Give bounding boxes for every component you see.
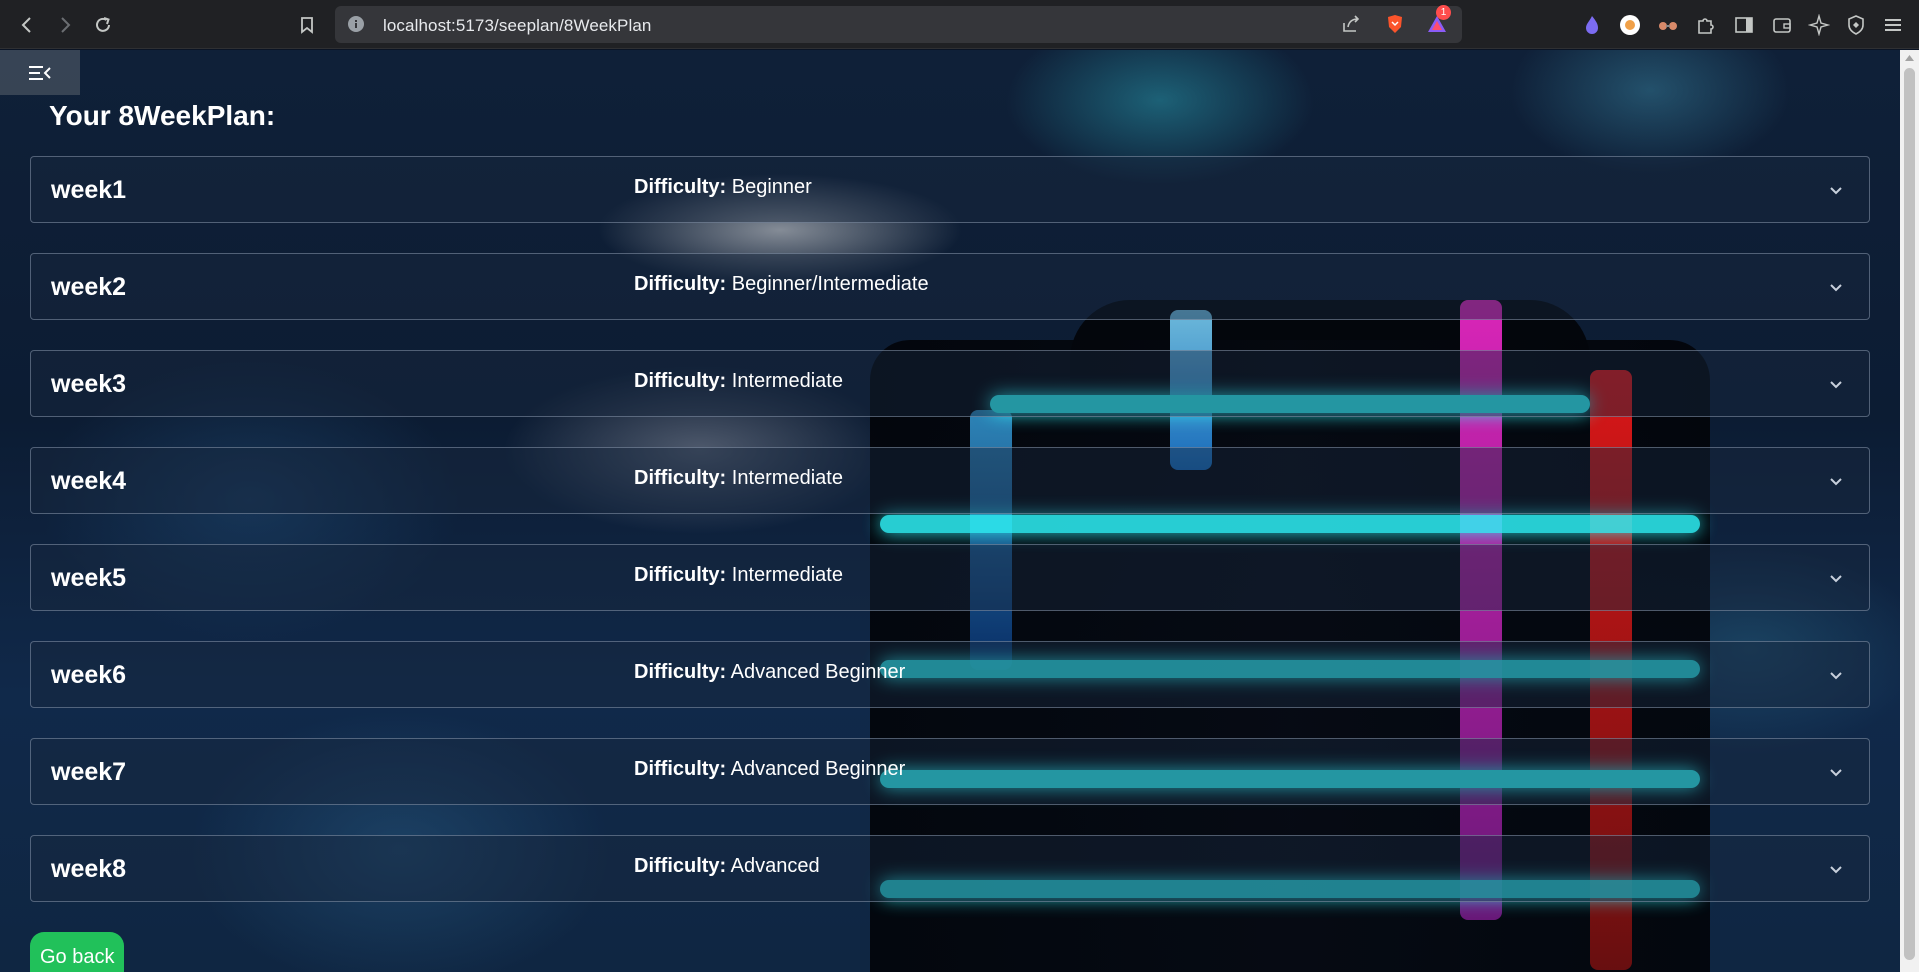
- week-difficulty: Difficulty: Advanced Beginner: [634, 661, 905, 684]
- scroll-up-icon[interactable]: [1904, 53, 1915, 63]
- share-icon: [1343, 15, 1360, 32]
- arrow-right-icon: [61, 17, 71, 33]
- sidebar-icon: [1735, 17, 1753, 33]
- scrollbar[interactable]: [1900, 50, 1919, 972]
- week-title: week3: [51, 370, 127, 398]
- difficulty-label: Difficulty:: [634, 370, 727, 392]
- difficulty-value: Advanced: [730, 855, 820, 877]
- brave-lion-icon: [1388, 15, 1402, 33]
- extension-badge[interactable]: [1617, 12, 1643, 38]
- chevron-down-icon[interactable]: [1827, 860, 1845, 878]
- difficulty-value: Intermediate: [731, 467, 843, 489]
- difficulty-label: Difficulty:: [634, 758, 727, 780]
- week-item-3[interactable]: week3 Difficulty: Intermediate: [30, 350, 1870, 417]
- shield-icon: [1848, 15, 1864, 35]
- difficulty-value: Beginner: [731, 176, 812, 198]
- difficulty-label: Difficulty:: [634, 467, 727, 489]
- reload-button[interactable]: [88, 10, 118, 40]
- browser-toolbar: localhost:5173/seeplan/8WeekPlan 1: [0, 0, 1919, 49]
- brave-shields-button[interactable]: [1382, 11, 1408, 37]
- difficulty-value: Advanced Beginner: [730, 758, 906, 780]
- site-info-icon[interactable]: [347, 15, 365, 33]
- glasses-icon: [1659, 22, 1677, 30]
- week-item-1[interactable]: week1 Difficulty: Beginner: [30, 156, 1870, 223]
- chevron-down-icon[interactable]: [1827, 666, 1845, 684]
- back-button[interactable]: [12, 10, 42, 40]
- extension-glasses[interactable]: [1655, 12, 1681, 38]
- notification-badge: 1: [1436, 5, 1451, 20]
- difficulty-label: Difficulty:: [634, 661, 727, 683]
- week-item-5[interactable]: week5 Difficulty: Intermediate: [30, 544, 1870, 611]
- chevron-down-icon[interactable]: [1827, 569, 1845, 587]
- week-title: week2: [51, 273, 127, 301]
- week-item-7[interactable]: week7 Difficulty: Advanced Beginner: [30, 738, 1870, 805]
- menu-collapse-icon: [29, 65, 51, 80]
- bookmark-button[interactable]: [292, 10, 322, 40]
- page-content: Your 8WeekPlan: week1 Difficulty: Beginn…: [0, 50, 1900, 972]
- extension-circle-icon: [1620, 15, 1640, 35]
- chevron-down-icon[interactable]: [1827, 472, 1845, 490]
- arrow-left-icon: [21, 17, 31, 33]
- extensions-button[interactable]: [1693, 12, 1719, 38]
- week-item-2[interactable]: week2 Difficulty: Beginner/Intermediate: [30, 253, 1870, 320]
- chevron-down-icon[interactable]: [1827, 181, 1845, 199]
- difficulty-label: Difficulty:: [634, 564, 727, 586]
- reload-icon: [96, 17, 110, 32]
- chevron-down-icon[interactable]: [1827, 375, 1845, 393]
- chevron-down-icon[interactable]: [1827, 763, 1845, 781]
- difficulty-value: Beginner/Intermediate: [731, 273, 929, 295]
- brave-rewards-button[interactable]: 1: [1424, 5, 1451, 37]
- extension-flame[interactable]: [1579, 12, 1605, 38]
- scroll-thumb[interactable]: [1904, 68, 1915, 960]
- week-difficulty: Difficulty: Advanced: [634, 855, 820, 878]
- forward-button[interactable]: [50, 10, 80, 40]
- sidebar-toggle-button[interactable]: [0, 50, 80, 95]
- week-difficulty: Difficulty: Beginner/Intermediate: [634, 273, 929, 296]
- go-back-button[interactable]: Go back: [30, 932, 125, 972]
- hamburger-icon: [1885, 19, 1901, 31]
- url-text[interactable]: localhost:5173/seeplan/8WeekPlan: [383, 16, 651, 36]
- difficulty-label: Difficulty:: [634, 273, 727, 295]
- week-title: week6: [51, 661, 127, 689]
- wallet-button[interactable]: [1769, 12, 1795, 38]
- bookmark-icon: [301, 17, 313, 34]
- week-difficulty: Difficulty: Intermediate: [634, 370, 843, 393]
- puzzle-icon: [1698, 18, 1714, 34]
- flame-icon: [1586, 16, 1598, 34]
- week-item-4[interactable]: week4 Difficulty: Intermediate: [30, 447, 1870, 514]
- page-title: Your 8WeekPlan:: [49, 100, 276, 131]
- difficulty-value: Intermediate: [731, 370, 843, 392]
- week-difficulty: Difficulty: Beginner: [634, 176, 812, 199]
- week-difficulty: Difficulty: Intermediate: [634, 564, 843, 587]
- week-title: week4: [51, 467, 127, 495]
- week-title: week1: [51, 176, 127, 204]
- difficulty-label: Difficulty:: [634, 855, 727, 877]
- share-button[interactable]: [1338, 11, 1364, 37]
- week-title: week8: [51, 855, 127, 883]
- sidebar-button[interactable]: [1731, 12, 1757, 38]
- week-difficulty: Difficulty: Advanced Beginner: [634, 758, 905, 781]
- difficulty-value: Intermediate: [731, 564, 843, 586]
- leo-ai-button[interactable]: [1806, 12, 1832, 38]
- difficulty-value: Advanced Beginner: [730, 661, 906, 683]
- wallet-icon: [1773, 18, 1791, 33]
- week-item-8[interactable]: week8 Difficulty: Advanced: [30, 835, 1870, 902]
- week-title: week5: [51, 564, 127, 592]
- chevron-down-icon[interactable]: [1827, 278, 1845, 296]
- week-item-6[interactable]: week6 Difficulty: Advanced Beginner: [30, 641, 1870, 708]
- week-title: week7: [51, 758, 127, 786]
- address-bar[interactable]: localhost:5173/seeplan/8WeekPlan 1: [335, 5, 1462, 43]
- vpn-button[interactable]: [1843, 12, 1869, 38]
- menu-button[interactable]: [1880, 12, 1906, 38]
- week-difficulty: Difficulty: Intermediate: [634, 467, 843, 490]
- sparkle-icon: [1808, 14, 1830, 36]
- difficulty-label: Difficulty:: [634, 176, 727, 198]
